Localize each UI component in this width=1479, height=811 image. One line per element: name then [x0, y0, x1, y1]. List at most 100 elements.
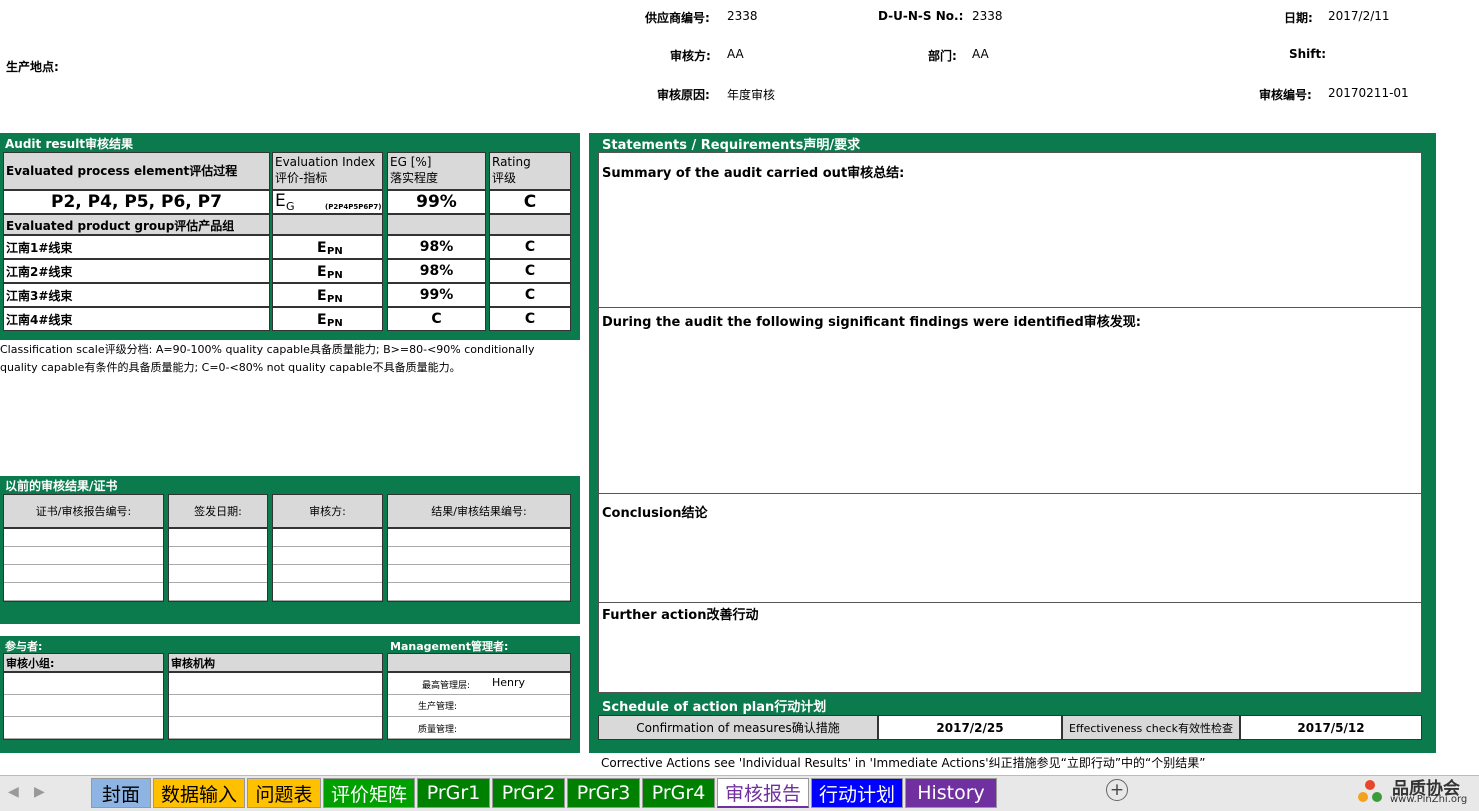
confirm-measures-label: Confirmation of measures确认措施	[598, 715, 878, 740]
product-row-rating[interactable]: C	[489, 259, 571, 283]
prev-col-auditor: 审核方:	[272, 494, 383, 528]
sheet-tab[interactable]: PrGr4	[642, 778, 715, 808]
date-label: 日期:	[1284, 11, 1313, 25]
product-row-eg[interactable]: 98%	[387, 235, 486, 259]
prev-cert-no-cells[interactable]	[3, 528, 164, 602]
findings-box[interactable]: During the audit the following significa…	[598, 307, 1422, 494]
site-label: 生产地点:	[6, 60, 59, 74]
top-mgmt-value[interactable]: Henry	[492, 676, 525, 689]
eg-rating[interactable]: C	[489, 190, 571, 214]
supplier-no-value[interactable]: 2338	[727, 9, 758, 23]
pinzhi-logo-icon	[1354, 776, 1386, 808]
prev-col-result: 结果/审核结果编号:	[387, 494, 571, 528]
statements-title: Statements / Requirements声明/要求	[602, 138, 861, 153]
product-row-index: E PN	[272, 307, 383, 331]
product-row-rating[interactable]: C	[489, 235, 571, 259]
prev-col-issue-date: 签发日期:	[168, 494, 268, 528]
conclusion-label: Conclusion结论	[602, 506, 708, 521]
schedule-title: Schedule of action plan行动计划	[602, 700, 827, 715]
eg-index-sub: G	[286, 200, 295, 213]
management-header-blank	[387, 653, 571, 672]
audit-org-label: 审核机构	[168, 653, 383, 672]
col-rating-en: Rating	[492, 155, 531, 169]
dept-label: 部门:	[928, 49, 957, 63]
eg-index-small: (P2P4P5P6P7)	[325, 203, 382, 211]
product-row-index-sub: PN	[327, 270, 343, 281]
col-process-header: Evaluated process element评估过程	[3, 152, 270, 190]
summary-box[interactable]: Summary of the audit carried out审核总结:	[598, 152, 1422, 308]
col-rating-cn: 评级	[492, 171, 517, 185]
sheet-tab[interactable]: 封面	[91, 778, 151, 808]
further-action-box[interactable]: Further action改善行动	[598, 602, 1422, 693]
prev-issue-date-cells[interactable]	[168, 528, 268, 602]
reason-value[interactable]: 年度审核	[727, 86, 775, 103]
product-row-name: 江南2#线束	[3, 259, 270, 283]
prev-auditor-cells[interactable]	[272, 528, 383, 602]
product-row-name: 江南3#线束	[3, 283, 270, 307]
sheet-tab-bar: ◀ ▶ 封面 数据输入 问题表 评价矩阵 PrGr1 PrGr2 PrGr3 PrGr4 审核报…	[0, 775, 1479, 811]
conclusion-box[interactable]: Conclusion结论	[598, 493, 1422, 603]
previous-audit-title: 以前的审核结果/证书	[5, 479, 118, 493]
col-index-en: Evaluation Index	[275, 155, 376, 169]
tab-scroll-right-icon[interactable]: ▶	[34, 784, 45, 800]
participants-title: 参与者:	[5, 640, 43, 653]
product-row-index: E PN	[272, 283, 383, 307]
classification-note: Classification scale评级分档: A=90-100% qual…	[0, 341, 534, 377]
effectiveness-check-date[interactable]: 2017/5/12	[1240, 715, 1422, 740]
dept-value[interactable]: AA	[972, 47, 989, 61]
process-elements-value[interactable]: P2, P4, P5, P6, P7	[3, 190, 270, 214]
classification-line-2: quality capable有条件的具备质量能力; C=0-<80% not …	[0, 361, 461, 374]
management-cells: 最高管理层: Henry 生产管理: 质量管理:	[387, 672, 571, 740]
sheet-tab[interactable]: 行动计划	[811, 778, 903, 808]
prev-col-cert-no: 证书/审核报告编号:	[3, 494, 164, 528]
product-row-eg[interactable]: C	[387, 307, 486, 331]
product-group-header-blank3	[489, 214, 571, 235]
duns-value[interactable]: 2338	[972, 9, 1003, 23]
sheet-tab[interactable]: PrGr2	[492, 778, 565, 808]
col-eg-en: EG [%]	[390, 155, 432, 169]
sheet-tab[interactable]: PrGr1	[417, 778, 490, 808]
product-row-index-main: E	[317, 240, 327, 256]
auditor-value[interactable]: AA	[727, 47, 744, 61]
product-row-name: 江南4#线束	[3, 307, 270, 331]
reason-label: 审核原因:	[657, 88, 710, 102]
col-eg-header: EG [%] 落实程度	[387, 152, 486, 190]
col-rating-header: Rating 评级	[489, 152, 571, 190]
tab-scroll-left-icon[interactable]: ◀	[8, 784, 19, 800]
quality-mgmt-label: 质量管理:	[418, 725, 458, 735]
product-row-eg[interactable]: 99%	[387, 283, 486, 307]
prev-result-cells[interactable]	[387, 528, 571, 602]
product-row-index-main: E	[317, 264, 327, 280]
product-row-rating[interactable]: C	[489, 283, 571, 307]
prod-mgmt-label: 生产管理:	[418, 702, 458, 712]
findings-label: During the audit the following significa…	[602, 315, 1141, 330]
audit-no-value[interactable]: 20170211-01	[1328, 86, 1409, 100]
sheet-tab[interactable]: History	[905, 778, 997, 808]
product-row-eg[interactable]: 98%	[387, 259, 486, 283]
auditor-label: 审核方:	[670, 49, 711, 63]
summary-label: Summary of the audit carried out审核总结:	[602, 166, 905, 181]
product-row-rating[interactable]: C	[489, 307, 571, 331]
sheet-tab[interactable]: 数据输入	[153, 778, 245, 808]
product-row-index-sub: PN	[327, 246, 343, 257]
corrective-actions-note: Corrective Actions see 'Individual Resul…	[601, 756, 1206, 770]
eg-index-main: E	[275, 191, 286, 211]
audit-org-cells[interactable]	[168, 672, 383, 740]
product-group-header-blank2	[387, 214, 486, 235]
effectiveness-check-label: Effectiveness check有效性检查	[1062, 715, 1240, 740]
sheet-tab[interactable]: 评价矩阵	[323, 778, 415, 808]
eg-index-cell: E G (P2P4P5P6P7)	[272, 190, 383, 214]
audit-team-cells[interactable]	[3, 672, 164, 740]
management-title: Management管理者:	[390, 640, 509, 653]
sheet-tab[interactable]: 问题表	[247, 778, 321, 808]
date-value[interactable]: 2017/2/11	[1328, 9, 1390, 23]
sheet-tab[interactable]: PrGr3	[567, 778, 640, 808]
audit-team-label: 审核小组:	[3, 653, 164, 672]
product-row-index-main: E	[317, 288, 327, 304]
confirm-measures-date[interactable]: 2017/2/25	[878, 715, 1062, 740]
sheet-tab[interactable]: 审核报告	[717, 778, 809, 808]
add-sheet-icon[interactable]: +	[1106, 779, 1128, 801]
duns-label: D-U-N-S No.:	[878, 9, 964, 23]
eg-value[interactable]: 99%	[387, 190, 486, 214]
top-mgmt-label: 最高管理层:	[422, 681, 471, 691]
